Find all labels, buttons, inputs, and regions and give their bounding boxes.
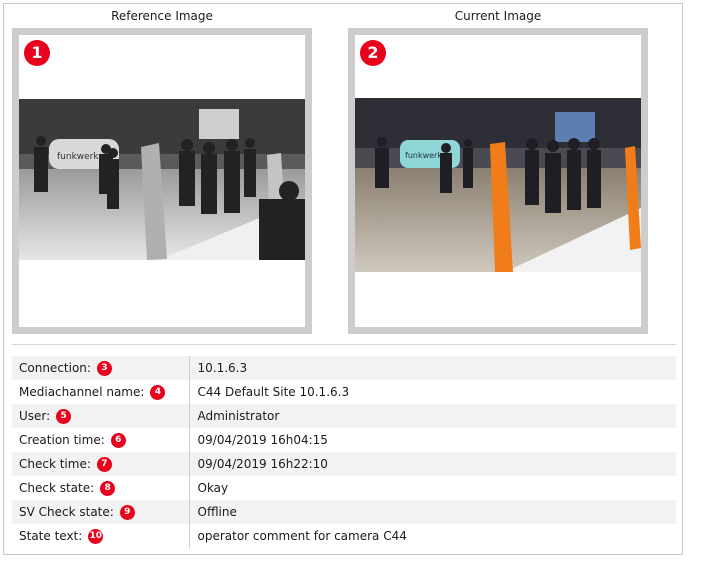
info-badge: 3 — [96, 360, 112, 376]
reference-image: funkwerk — [19, 99, 305, 260]
current-image-frame: 2 funkwerk — [348, 28, 648, 334]
info-row: Check state: 8 Okay — [12, 476, 676, 500]
info-label: Mediachannel name: — [19, 384, 145, 399]
info-row: SV Check state: 9 Offline — [12, 500, 676, 524]
reference-image-title: Reference Image — [111, 9, 213, 23]
info-value: 09/04/2019 16h22:10 — [189, 452, 676, 476]
info-value: operator comment for camera C44 — [189, 524, 676, 548]
svg-text:funkwerk: funkwerk — [57, 152, 99, 162]
info-value: Administrator — [189, 404, 676, 428]
check-info-table: Connection: 3 10.1.6.3 Mediachannel name: 4 C… — [12, 356, 676, 548]
info-badge: 5 — [56, 408, 72, 424]
info-value: 09/04/2019 16h04:15 — [189, 428, 676, 452]
info-badge: 4 — [150, 384, 166, 400]
info-value: Offline — [189, 500, 676, 524]
info-badge: 8 — [100, 480, 116, 496]
info-badge: 6 — [110, 432, 126, 448]
info-label: Check state: — [19, 480, 95, 495]
info-value: C44 Default Site 10.1.6.3 — [189, 380, 676, 404]
current-image: funkwerk — [355, 98, 641, 272]
svg-text:funkwerk: funkwerk — [405, 151, 442, 160]
info-label-cell: Check time: 7 — [12, 452, 190, 476]
info-label: Creation time: — [19, 432, 105, 447]
reference-image-frame: 1 funkwerk — [12, 28, 312, 334]
info-label: Connection: — [19, 360, 91, 375]
current-image-column: Current Image 2 funkwerk — [348, 8, 648, 334]
info-label-cell: SV Check state: 9 — [12, 500, 190, 524]
info-value: Okay — [189, 476, 676, 500]
info-row: Check time: 7 09/04/2019 16h22:10 — [12, 452, 676, 476]
info-label: Check time: — [19, 456, 91, 471]
info-badge: 7 — [96, 456, 112, 472]
info-row: User: 5 Administrator — [12, 404, 676, 428]
info-value: 10.1.6.3 — [189, 356, 676, 380]
reference-badge: 1 — [24, 40, 50, 66]
current-image-title: Current Image — [454, 9, 542, 23]
info-label-cell: Creation time: 6 — [12, 428, 190, 452]
section-divider — [12, 344, 676, 345]
info-label-cell: User: 5 — [12, 404, 190, 428]
info-label-cell: Check state: 8 — [12, 476, 190, 500]
info-row: State text: 10 operator comment for camera… — [12, 524, 676, 548]
info-label-cell: State text: 10 — [12, 524, 190, 548]
info-row: Mediachannel name: 4 C44 Default Site 10.1… — [12, 380, 676, 404]
info-badge: 10 — [88, 528, 104, 544]
current-badge: 2 — [360, 40, 386, 66]
info-label-cell: Mediachannel name: 4 — [12, 380, 190, 404]
info-label: User: — [19, 408, 51, 423]
info-label-cell: Connection: 3 — [12, 356, 190, 380]
camera-check-panel: Reference Image 1 funkwerk Current Image… — [3, 3, 683, 555]
info-badge: 9 — [119, 504, 135, 520]
info-label: SV Check state: — [19, 504, 114, 519]
reference-image-column: Reference Image 1 funkwerk — [12, 8, 312, 334]
info-row: Connection: 3 10.1.6.3 — [12, 356, 676, 380]
info-label: State text: — [19, 528, 83, 543]
info-row: Creation time: 6 09/04/2019 16h04:15 — [12, 428, 676, 452]
